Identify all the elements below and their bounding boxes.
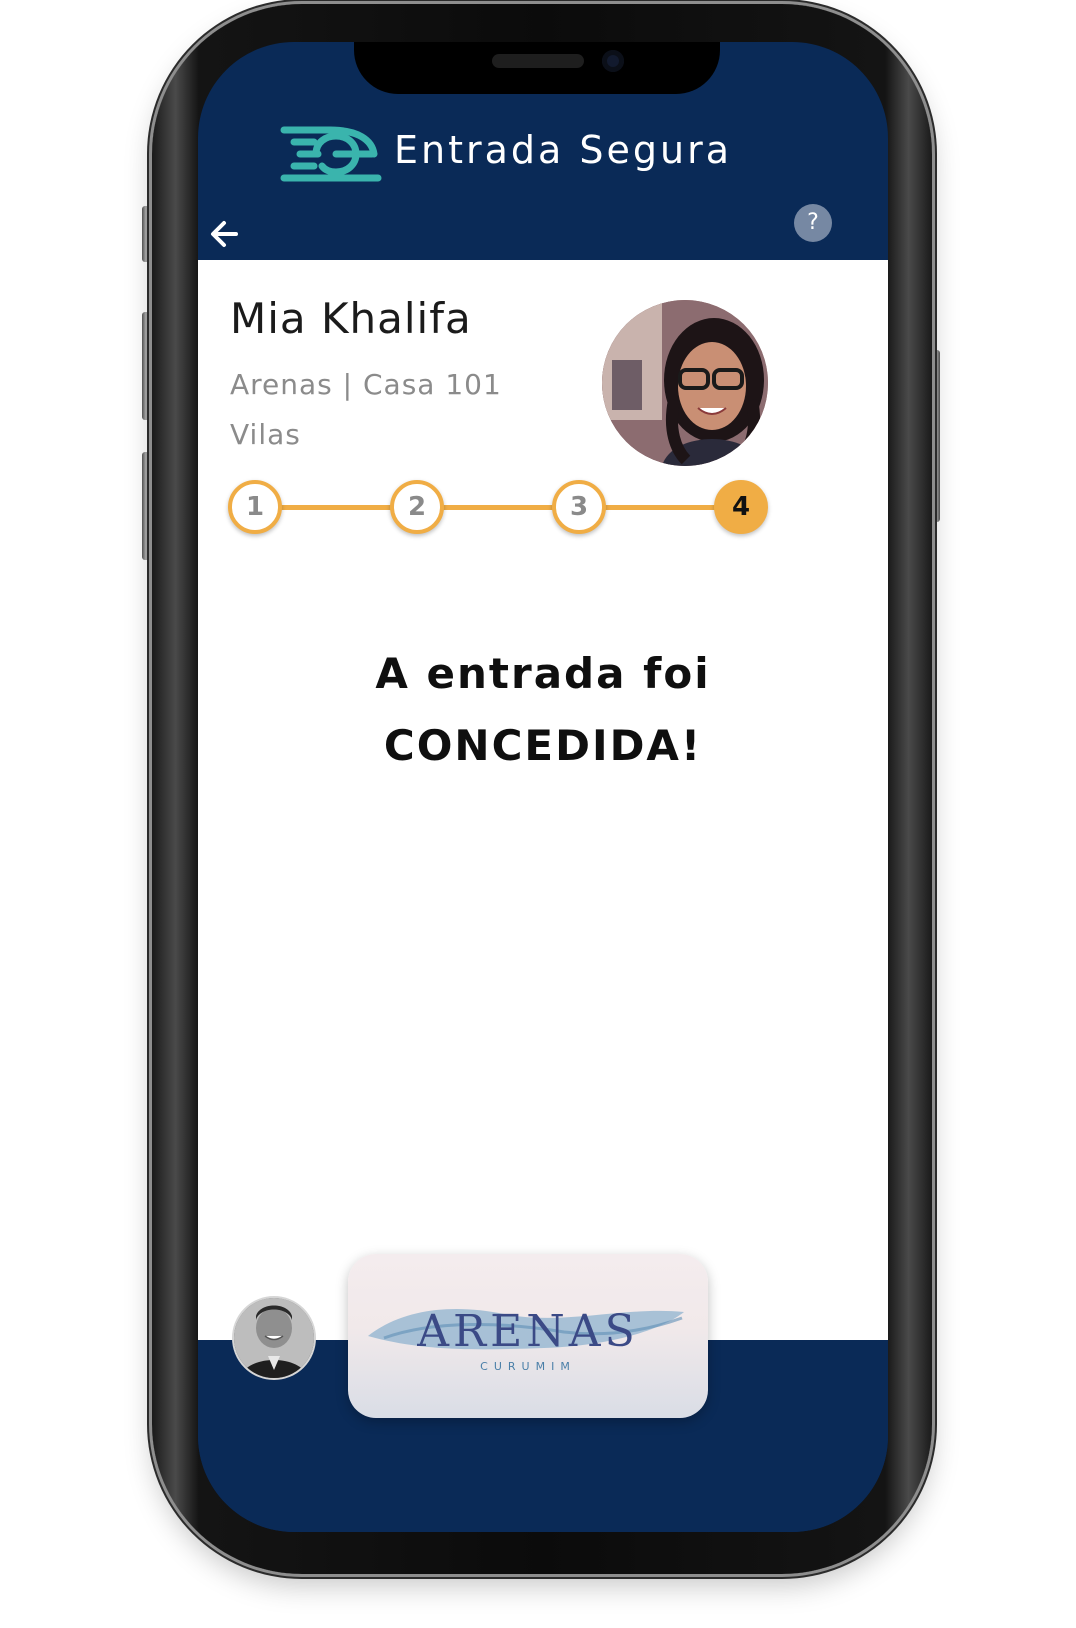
silent-switch	[142, 206, 150, 262]
condominium-card[interactable]: ARENAS CURUMIM	[348, 1254, 708, 1418]
visitor-location: Arenas | Casa 101	[230, 368, 502, 401]
speaker	[492, 54, 584, 68]
notch	[354, 42, 720, 94]
progress-stepper: 1 2 3 4	[228, 480, 768, 534]
step-1[interactable]: 1	[228, 480, 282, 534]
user-photo	[234, 1298, 314, 1378]
volume-up-button	[142, 312, 150, 420]
brand-title: Entrada Segura	[394, 128, 733, 172]
entrada-segura-logo-icon	[280, 126, 382, 182]
visitor-area: Vilas	[230, 418, 301, 451]
step-4-current[interactable]: 4	[714, 480, 768, 534]
condominium-name: ARENAS	[417, 1306, 639, 1357]
help-button[interactable]: ?	[794, 204, 832, 242]
content-card: Mia Khalifa Arenas | Casa 101 Vilas 1 2	[198, 260, 888, 1340]
visitor-avatar	[602, 300, 768, 466]
stepper-line	[252, 505, 744, 510]
condominium-subtitle: CURUMIM	[480, 1360, 576, 1373]
step-3[interactable]: 3	[552, 480, 606, 534]
front-camera	[602, 50, 624, 72]
app-screen: Entrada Segura ? Mia Khalifa Arenas | Ca…	[198, 42, 888, 1532]
volume-down-button	[142, 452, 150, 560]
power-button	[932, 350, 940, 522]
arrow-left-icon	[211, 221, 238, 247]
user-avatar[interactable]	[232, 1296, 316, 1380]
status-line-1: A entrada foi	[375, 649, 711, 698]
step-2[interactable]: 2	[390, 480, 444, 534]
back-button[interactable]	[204, 214, 244, 254]
entry-status-message: A entrada foi CONCEDIDA!	[198, 638, 888, 782]
visitor-name: Mia Khalifa	[230, 294, 472, 343]
visitor-photo	[602, 300, 768, 466]
status-line-2: CONCEDIDA!	[383, 721, 703, 770]
